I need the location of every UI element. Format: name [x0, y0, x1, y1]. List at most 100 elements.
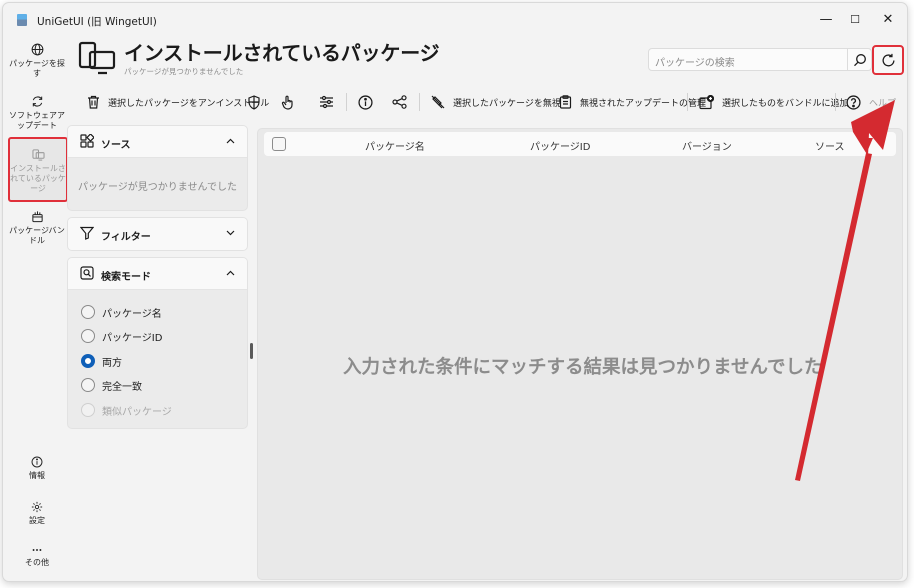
radio-label: 類似パッケージ	[102, 406, 172, 418]
radio-similar-packages: 類似パッケージ	[81, 402, 172, 418]
package-list: パッケージ名 パッケージID バージョン ソース 入力された条件にマッチする結果…	[257, 128, 903, 580]
nav-info[interactable]: 情報	[9, 456, 65, 481]
radio-button[interactable]	[81, 329, 95, 343]
select-all-checkbox[interactable]	[272, 137, 286, 151]
refresh-icon	[32, 96, 42, 107]
help-label: ヘルプ	[869, 98, 897, 109]
minimize-button[interactable]: —	[817, 12, 835, 28]
trash-icon	[88, 95, 99, 109]
page-title: インストールされているパッケージ	[124, 41, 440, 65]
clipboard-icon	[559, 95, 572, 109]
uninstall-selected-button[interactable]: 選択したパッケージをアンインストール	[87, 92, 269, 112]
sources-header[interactable]: ソース	[68, 126, 247, 158]
nav-settings[interactable]: 設定	[9, 501, 65, 526]
package-details-button[interactable]	[358, 92, 373, 112]
toolbar-separator	[835, 93, 836, 111]
nav-installed-label: インストールされているパッケージ	[10, 164, 66, 193]
nav-discover[interactable]: パッケージを探す	[9, 43, 65, 79]
share-icon	[392, 95, 407, 109]
reload-button[interactable]	[872, 45, 904, 75]
sources-title: ソース	[101, 140, 131, 151]
add-to-bundle-label: 選択したものをバンドルに追加	[722, 98, 849, 109]
radio-label: パッケージID	[102, 332, 163, 344]
app-logo-icon	[17, 14, 27, 26]
toolbar-separator	[419, 93, 420, 111]
radio-both[interactable]: 両方	[81, 353, 122, 369]
filters-header[interactable]: フィルター	[68, 218, 247, 250]
radio-package-id[interactable]: パッケージID	[81, 328, 162, 344]
page-subtitle: パッケージが見つかりませんでした	[124, 67, 244, 76]
nav-installed[interactable]: インストールされているパッケージ	[8, 137, 68, 202]
radio-button-disabled	[81, 403, 95, 417]
uninstall-selected-label: 選択したパッケージをアンインストール	[108, 98, 270, 109]
share-button[interactable]	[392, 92, 407, 112]
add-to-bundle-button[interactable]: 選択したものをバンドルに追加	[699, 92, 848, 112]
radio-label: 両方	[102, 357, 122, 369]
toolbar-separator	[346, 93, 347, 111]
shield-icon	[248, 94, 260, 110]
radio-button[interactable]	[81, 378, 95, 392]
info-icon	[31, 456, 43, 468]
globe-icon	[31, 43, 43, 56]
sources-empty-text: パッケージが見つかりませんでした	[78, 182, 237, 193]
column-package-id[interactable]: パッケージID	[530, 138, 590, 153]
chevron-down-icon[interactable]	[226, 230, 235, 236]
nav-info-label: 情報	[29, 471, 45, 480]
search-button[interactable]	[848, 48, 872, 71]
app-window: UniGetUI (旧 WingetUI) — ☐ ✕ パッケージを探す ソフト…	[2, 2, 908, 582]
help-icon	[846, 94, 861, 110]
search-input[interactable]: パッケージの検索	[648, 48, 848, 71]
radio-button-selected[interactable]	[81, 354, 95, 368]
radio-label: パッケージ名	[102, 308, 162, 320]
filters-panel: フィルター	[67, 217, 248, 251]
table-header: パッケージ名 パッケージID バージョン ソース	[264, 132, 896, 156]
no-results-message: 入力された条件にマッチする結果は見つかりませんでした	[343, 357, 823, 378]
column-package-name[interactable]: パッケージ名	[365, 138, 425, 153]
sources-icon	[80, 134, 94, 148]
info-icon	[358, 94, 373, 110]
column-version[interactable]: バージョン	[682, 138, 732, 153]
nav-discover-label: パッケージを探す	[9, 59, 65, 78]
column-source[interactable]: ソース	[815, 138, 845, 153]
nav-updates-label: ソフトウェアアップデート	[9, 111, 65, 130]
radio-package-name[interactable]: パッケージ名	[81, 304, 162, 320]
sliders-icon	[320, 95, 333, 109]
installed-icon	[31, 149, 45, 161]
install-options-button[interactable]	[319, 92, 334, 112]
maximize-button[interactable]: ☐	[846, 12, 864, 28]
panel-splitter[interactable]	[250, 343, 253, 359]
window-title: UniGetUI (旧 WingetUI)	[37, 16, 157, 28]
search-mode-title: 検索モード	[101, 272, 151, 283]
radio-label: 完全一致	[102, 381, 142, 393]
nav-bundles[interactable]: パッケージバンドル	[9, 210, 65, 246]
interactive-button[interactable]	[281, 92, 295, 112]
toolbar-separator	[687, 93, 688, 111]
help-button[interactable]: ヘルプ	[846, 92, 896, 112]
radio-button[interactable]	[81, 305, 95, 319]
reload-icon	[882, 53, 895, 67]
nav-bundles-label: パッケージバンドル	[9, 226, 65, 245]
search-icon	[854, 54, 866, 67]
radio-exact-match[interactable]: 完全一致	[81, 377, 142, 393]
title-bar: UniGetUI (旧 WingetUI) — ☐ ✕	[3, 3, 907, 37]
more-icon	[32, 549, 42, 551]
bundle-icon	[31, 211, 43, 223]
ignore-selected-label: 選択したパッケージを無視	[453, 98, 561, 109]
search-mode-panel: 検索モード パッケージ名 パッケージID 両方 完全一致 類似パッケージ	[67, 257, 248, 429]
bundle-add-icon	[699, 94, 714, 109]
nav-updates[interactable]: ソフトウェアアップデート	[9, 95, 65, 131]
ignore-selected-button[interactable]: 選択したパッケージを無視	[431, 92, 561, 112]
nav-settings-label: 設定	[29, 516, 45, 525]
nav-more[interactable]: その他	[9, 545, 65, 568]
ignore-icon	[431, 95, 445, 109]
run-as-admin-button[interactable]	[247, 92, 261, 112]
gear-icon	[31, 501, 43, 513]
search-mode-header[interactable]: 検索モード	[68, 258, 247, 290]
hand-pointer-icon	[281, 95, 293, 110]
filters-title: フィルター	[101, 232, 151, 243]
manage-ignored-button[interactable]: 無視されたアップデートの管理	[559, 92, 706, 112]
chevron-up-icon[interactable]	[226, 138, 235, 144]
close-button[interactable]: ✕	[879, 12, 897, 28]
nav-more-label: その他	[25, 558, 49, 567]
chevron-up-icon[interactable]	[226, 270, 235, 276]
